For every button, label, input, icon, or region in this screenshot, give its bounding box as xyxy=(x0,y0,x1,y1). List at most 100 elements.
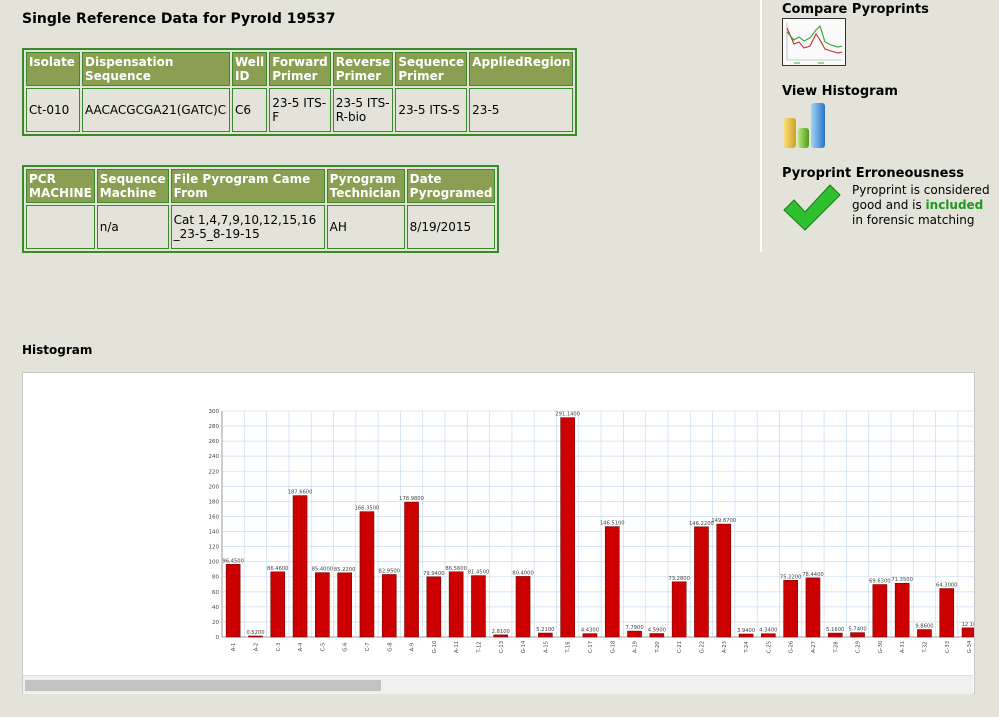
y-tick-label: 300 xyxy=(209,409,220,415)
bar-value-label: 96.4500 xyxy=(222,558,243,564)
col-header: Well ID xyxy=(232,52,268,86)
x-tick-label: C-13 xyxy=(499,641,505,653)
x-tick-label: T-12 xyxy=(476,641,482,653)
compare-pyroprints-link[interactable]: Compare Pyroprints xyxy=(782,2,929,17)
table-cell: n/a xyxy=(96,205,169,249)
x-tick-label: A-1 xyxy=(231,643,237,652)
x-tick-label: A-15 xyxy=(543,641,549,653)
y-tick-label: 0 xyxy=(216,635,220,641)
col-header: File Pyrogram Came From xyxy=(170,169,325,203)
histogram-bar xyxy=(894,582,910,638)
histogram-bar xyxy=(426,576,442,638)
histogram-bar xyxy=(381,574,397,638)
x-tick-label: A-2 xyxy=(253,643,259,652)
bar-value-label: 4.4300 xyxy=(581,628,599,634)
histogram-bar xyxy=(917,629,932,638)
bar-value-label: 166.3500 xyxy=(355,506,380,512)
x-tick-label: C-5 xyxy=(320,643,326,652)
bar-value-label: 71.3500 xyxy=(891,577,912,583)
bar-value-label: 86.5600 xyxy=(445,566,466,572)
compare-pyroprints-icon[interactable] xyxy=(782,18,846,66)
table-cell: 8/19/2015 xyxy=(406,205,496,249)
histogram-bar xyxy=(315,572,330,638)
histogram-bar xyxy=(560,417,575,638)
x-tick-label: G-14 xyxy=(521,640,527,653)
bar-value-label: 86.4600 xyxy=(267,566,288,572)
histogram-bar xyxy=(337,572,352,638)
histogram-bar xyxy=(961,627,974,638)
sidebar-divider xyxy=(760,0,762,252)
histogram-svg: 0 20 40 60 80 100 120 140 160 180 200 220 240 260 280 3… xyxy=(209,409,974,654)
x-tick-label: C-29 xyxy=(856,641,862,653)
reference-data-table: Isolate Dispensation Sequence Well ID Fo… xyxy=(22,48,578,136)
y-tick-label: 200 xyxy=(209,484,220,490)
bar-value-label: 85.2200 xyxy=(334,567,355,573)
bar-value-label: 81.4500 xyxy=(468,570,489,576)
y-tick-label: 180 xyxy=(209,499,220,505)
table-cell: C6 xyxy=(232,88,268,132)
table-cell: 23-5 ITS-F xyxy=(269,88,331,132)
bar-value-label: 0.5200 xyxy=(246,630,264,636)
y-tick-label: 40 xyxy=(212,605,219,611)
bar-value-label: 5.1600 xyxy=(826,627,844,633)
histogram-bar xyxy=(671,581,687,638)
bar-value-label: 69.6300 xyxy=(869,579,890,585)
col-header: PCR MACHINE xyxy=(26,169,95,203)
bar-value-label: 3.9400 xyxy=(737,628,755,634)
bar-value-label: 149.8700 xyxy=(711,518,736,524)
y-tick-label: 60 xyxy=(212,590,219,596)
x-tick-label: G-10 xyxy=(432,641,438,654)
table-row: Ct-010 AACACGCGA21(GATC)C C6 23-5 ITS-F … xyxy=(26,88,574,132)
col-header: Pyrogram Technician xyxy=(326,169,405,203)
x-tick-label: A-31 xyxy=(900,641,906,653)
bar-value-label: 4.3400 xyxy=(759,628,777,634)
col-header: Sequence Primer xyxy=(395,52,468,86)
histogram-bar xyxy=(850,632,865,638)
x-tick-label: A-9 xyxy=(410,643,416,652)
scrollbar-thumb[interactable] xyxy=(25,680,381,691)
bar-value-label: 5.7400 xyxy=(848,627,866,633)
y-tick-label: 140 xyxy=(209,530,220,536)
x-tick-label: C-25 xyxy=(766,641,772,653)
bar-value-label: 80.4000 xyxy=(512,570,533,576)
histogram-bar xyxy=(270,571,286,638)
bar-value-label: 4.5900 xyxy=(648,628,666,634)
x-tick-label: A-19 xyxy=(633,641,639,653)
x-tick-label: A-23 xyxy=(722,641,728,653)
x-tick-label: G-26 xyxy=(789,641,795,654)
table-cell: AH xyxy=(326,205,405,249)
table-cell: 23-5 ITS-S xyxy=(395,88,468,132)
table-row: n/a Cat 1,4,7,9,10,12,15,16_23-5_8-19-15… xyxy=(26,205,496,249)
histogram-bar xyxy=(538,632,553,638)
bar-value-label: 64.3000 xyxy=(936,583,957,589)
x-tick-label: A-27 xyxy=(811,641,817,653)
histogram-bar xyxy=(716,523,732,638)
bar-value-label: 2.8100 xyxy=(492,629,510,635)
histogram-bar xyxy=(493,634,509,638)
histogram-bar xyxy=(805,577,821,638)
histogram-icon[interactable] xyxy=(782,100,832,152)
horizontal-scrollbar[interactable] xyxy=(23,675,973,694)
table-cell: 23-5 xyxy=(469,88,574,132)
view-histogram-link[interactable]: View Histogram xyxy=(782,84,898,99)
x-tick-label: A-11 xyxy=(454,641,460,653)
col-header: Date Pyrogramed xyxy=(406,169,496,203)
bar-value-label: 75.2200 xyxy=(780,574,801,580)
histogram-bar xyxy=(827,632,843,638)
included-label: included xyxy=(925,198,984,212)
x-tick-label: C-33 xyxy=(945,641,951,653)
table-cell: AACACGCGA21(GATC)C xyxy=(82,88,230,132)
y-tick-label: 80 xyxy=(212,575,219,581)
col-header: Forward Primer xyxy=(269,52,331,86)
histogram-bar xyxy=(738,633,754,638)
bar-value-label: 146.5100 xyxy=(600,521,625,527)
bar-value-label: 291.1400 xyxy=(555,412,580,418)
histogram-bar xyxy=(471,575,486,638)
x-tick-label: T-28 xyxy=(833,641,839,653)
col-header: Reverse Primer xyxy=(332,52,394,86)
col-header: Dispensation Sequence xyxy=(82,52,230,86)
histogram-bar xyxy=(783,580,798,638)
bar-value-label: 178.9800 xyxy=(399,496,424,502)
histogram-chart: 0 20 40 60 80 100 120 140 160 180 200 220 240 260 280 3… xyxy=(22,372,975,694)
histogram-bar xyxy=(627,630,642,638)
